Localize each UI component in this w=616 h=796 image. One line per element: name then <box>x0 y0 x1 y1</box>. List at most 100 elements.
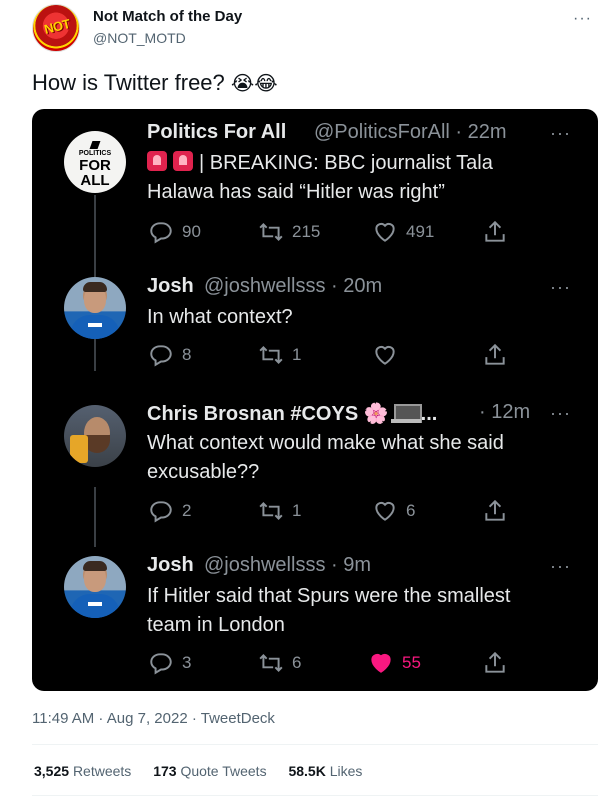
post-text-line: excusable?? <box>147 461 260 483</box>
like-action-active: 55 <box>368 650 421 676</box>
like-count: 55 <box>402 653 421 672</box>
tweet-text-body: How is Twitter free? <box>32 70 225 95</box>
retweet-count: 6 <box>292 653 302 672</box>
likes-count: 58.5K <box>288 763 326 779</box>
thread-line <box>94 341 96 371</box>
josh-avatar <box>64 556 126 618</box>
post-author-name: Politics For All <box>147 121 287 143</box>
retweet-action: 1 <box>258 498 301 524</box>
post-author-meta: @joshwellsss · 20m <box>204 275 383 297</box>
quote-tweets-stat[interactable]: 173 Quote Tweets <box>153 763 266 779</box>
post-author-meta: @PoliticsForAll · 22m <box>314 121 507 143</box>
author-display-name[interactable]: Not Match of the Day <box>93 8 242 25</box>
author-avatar[interactable]: NOT <box>32 4 80 52</box>
retweet-icon <box>259 346 283 364</box>
reply-count: 8 <box>182 345 192 364</box>
post-author-name-text: Chris Brosnan #COYS <box>147 403 359 425</box>
reply-count: 2 <box>182 501 192 520</box>
retweet-count: 215 <box>292 222 321 241</box>
tweet-emojis: 😭😂 <box>230 73 278 95</box>
more-horizontal-icon: ··· <box>550 403 571 423</box>
tweet-text: How is Twitter free? 😭😂 <box>32 70 278 96</box>
post-text-line: In what context? <box>147 306 293 328</box>
share-icon <box>485 499 505 521</box>
likes-stat[interactable]: 58.5K Likes <box>288 763 362 779</box>
siren-icon <box>147 151 167 171</box>
name-ellipsis: ... <box>420 403 438 425</box>
share-action <box>482 219 516 245</box>
retweets-count: 3,525 <box>34 763 70 779</box>
retweet-action: 215 <box>258 219 320 245</box>
thread-line <box>94 487 96 547</box>
like-action <box>372 342 406 368</box>
more-horizontal-icon: ··· <box>550 556 571 576</box>
retweets-label: Retweets <box>72 763 132 779</box>
reply-icon <box>150 345 172 367</box>
tweet-header: NOT Not Match of the Day @NOT_MOTD ··· <box>32 4 608 56</box>
reply-action: 3 <box>148 650 191 676</box>
more-horizontal-icon: ··· <box>550 123 571 143</box>
share-action <box>482 342 516 368</box>
post-text-line: If Hitler said that Spurs were the small… <box>147 585 511 607</box>
retweet-icon <box>259 654 283 672</box>
post-author-meta: · 12m <box>479 401 531 423</box>
reply-action: 90 <box>148 219 201 245</box>
siren-icon <box>173 151 193 171</box>
heart-icon <box>375 501 395 521</box>
avatar-line: ALL <box>80 172 110 189</box>
post-text-line: What context would make what she said <box>147 432 504 454</box>
politics-for-all-avatar: POLITICS FOR ALL <box>64 131 126 193</box>
avatar-line: POLITICS <box>78 150 112 157</box>
like-count: 491 <box>406 222 435 241</box>
tweet-timestamp[interactable]: 11:49 AM · Aug 7, 2022 · TweetDeck <box>32 710 275 727</box>
reply-icon <box>150 501 172 523</box>
share-action <box>482 498 516 524</box>
share-icon <box>485 220 505 242</box>
like-action: 6 <box>372 498 415 524</box>
post-text: | BREAKING: BBC journalist Tala <box>147 149 493 177</box>
retweet-icon <box>259 223 283 241</box>
tweet-stats: 3,525 Retweets 173 Quote Tweets 58.5K Li… <box>34 763 380 779</box>
retweet-count: 1 <box>292 345 302 364</box>
flower-emoji: 🌸 <box>363 403 389 425</box>
attached-screenshot-image[interactable]: POLITICS FOR ALL Politics For All @Polit… <box>32 109 598 691</box>
reply-icon <box>150 653 172 675</box>
divider <box>32 744 598 745</box>
more-horizontal-icon[interactable]: ··· <box>573 10 592 28</box>
laptop-icon <box>390 403 422 423</box>
heart-icon <box>375 222 395 242</box>
heart-icon <box>375 345 395 365</box>
reply-count: 3 <box>182 653 192 672</box>
like-action: 491 <box>372 219 434 245</box>
quote-tweets-count: 173 <box>153 763 177 779</box>
heart-filled-icon <box>371 653 391 673</box>
retweet-count: 1 <box>292 501 302 520</box>
likes-label: Likes <box>329 763 363 779</box>
share-icon <box>485 651 505 673</box>
chris-avatar <box>64 405 126 467</box>
reply-action: 2 <box>148 498 191 524</box>
post-text-line: Halawa has said “Hitler was right” <box>147 181 445 203</box>
more-horizontal-icon: ··· <box>550 277 571 297</box>
retweets-stat[interactable]: 3,525 Retweets <box>34 763 131 779</box>
post-text-line: team in London <box>147 614 285 636</box>
post-author-name: Josh <box>147 275 194 297</box>
share-action <box>482 650 516 676</box>
retweet-action: 1 <box>258 342 301 368</box>
post-author-name: Chris Brosnan #COYS 🌸... <box>147 401 437 426</box>
share-icon <box>485 343 505 365</box>
post-text-line: | BREAKING: BBC journalist Tala <box>199 152 493 174</box>
retweet-icon <box>259 502 283 520</box>
reply-count: 90 <box>182 222 201 241</box>
reply-icon <box>150 222 172 244</box>
josh-avatar <box>64 277 126 339</box>
like-count: 6 <box>406 501 416 520</box>
quote-tweets-label: Quote Tweets <box>180 763 267 779</box>
logo-mark-icon <box>89 141 101 149</box>
post-author-name: Josh <box>147 554 194 576</box>
reply-action: 8 <box>148 342 191 368</box>
retweet-action: 6 <box>258 650 301 676</box>
author-handle[interactable]: @NOT_MOTD <box>93 30 186 46</box>
post-author-meta: @joshwellsss · 9m <box>204 554 372 576</box>
avatar-logo-text: NOT <box>42 16 72 37</box>
